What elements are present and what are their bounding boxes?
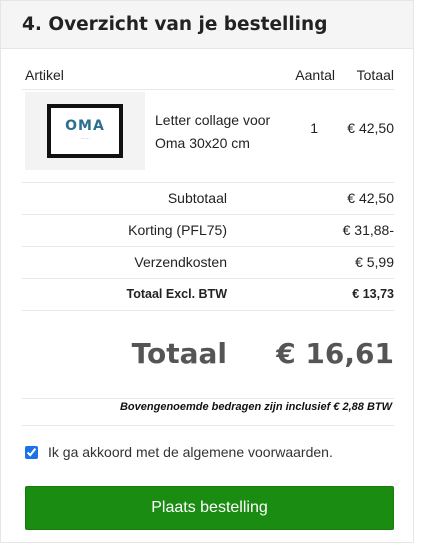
total-excl-row: Totaal Excl. BTW € 13,73 — [22, 279, 394, 311]
divider — [22, 425, 394, 426]
product-quantity: 1 — [310, 120, 318, 136]
discount-label: Korting (PFL75) — [128, 222, 227, 238]
discount-row: Korting (PFL75) € 31,88- — [22, 215, 394, 247]
thumbnail-text: OMA — [65, 118, 105, 134]
place-order-button[interactable]: Plaats bestelling — [25, 486, 394, 530]
subtotal-label: Subtotaal — [167, 190, 227, 206]
subtotal-value: € 42,50 — [347, 190, 394, 206]
header-article: Artikel — [25, 67, 64, 83]
terms-agreement[interactable]: Ik ga akkoord met de algemene voorwaarde… — [25, 444, 333, 460]
table-row: OMA ······· Letter collage voor Oma 30x2… — [22, 90, 394, 183]
grand-total-label: Totaal — [131, 337, 227, 370]
total-excl-value: € 13,73 — [352, 287, 394, 301]
terms-label: Ik ga akkoord met de algemene voorwaarde… — [48, 444, 333, 460]
total-excl-label: Totaal Excl. BTW — [126, 287, 227, 301]
subtotal-row: Subtotaal € 42,50 — [22, 183, 394, 215]
frame-image: OMA ······· — [47, 104, 123, 158]
product-thumbnail: OMA ······· — [25, 92, 145, 170]
header-total: Totaal — [356, 67, 394, 83]
shipping-row: Verzendkosten € 5,99 — [22, 247, 394, 279]
order-summary-panel: 4. Overzicht van je bestelling Artikel A… — [0, 0, 414, 543]
vat-note: Bovengenoemde bedragen zijn inclusief € … — [119, 401, 392, 413]
panel-header: 4. Overzicht van je bestelling — [1, 1, 413, 49]
discount-value: € 31,88- — [342, 222, 394, 238]
terms-checkbox[interactable] — [25, 445, 38, 459]
grand-total-value: € 16,61 — [276, 337, 394, 370]
shipping-label: Verzendkosten — [134, 254, 227, 270]
table-header: Artikel Aantal Totaal — [22, 61, 394, 90]
section-title: 4. Overzicht van je bestelling — [22, 14, 328, 35]
grand-total-row: Totaal € 16,61 — [22, 311, 394, 399]
header-quantity: Aantal — [295, 67, 335, 83]
order-table: Artikel Aantal Totaal OMA ······· Letter… — [22, 61, 394, 399]
product-name: Letter collage voor Oma 30x20 cm — [155, 112, 271, 151]
product-price: € 42,50 — [347, 120, 394, 136]
shipping-value: € 5,99 — [355, 254, 394, 270]
